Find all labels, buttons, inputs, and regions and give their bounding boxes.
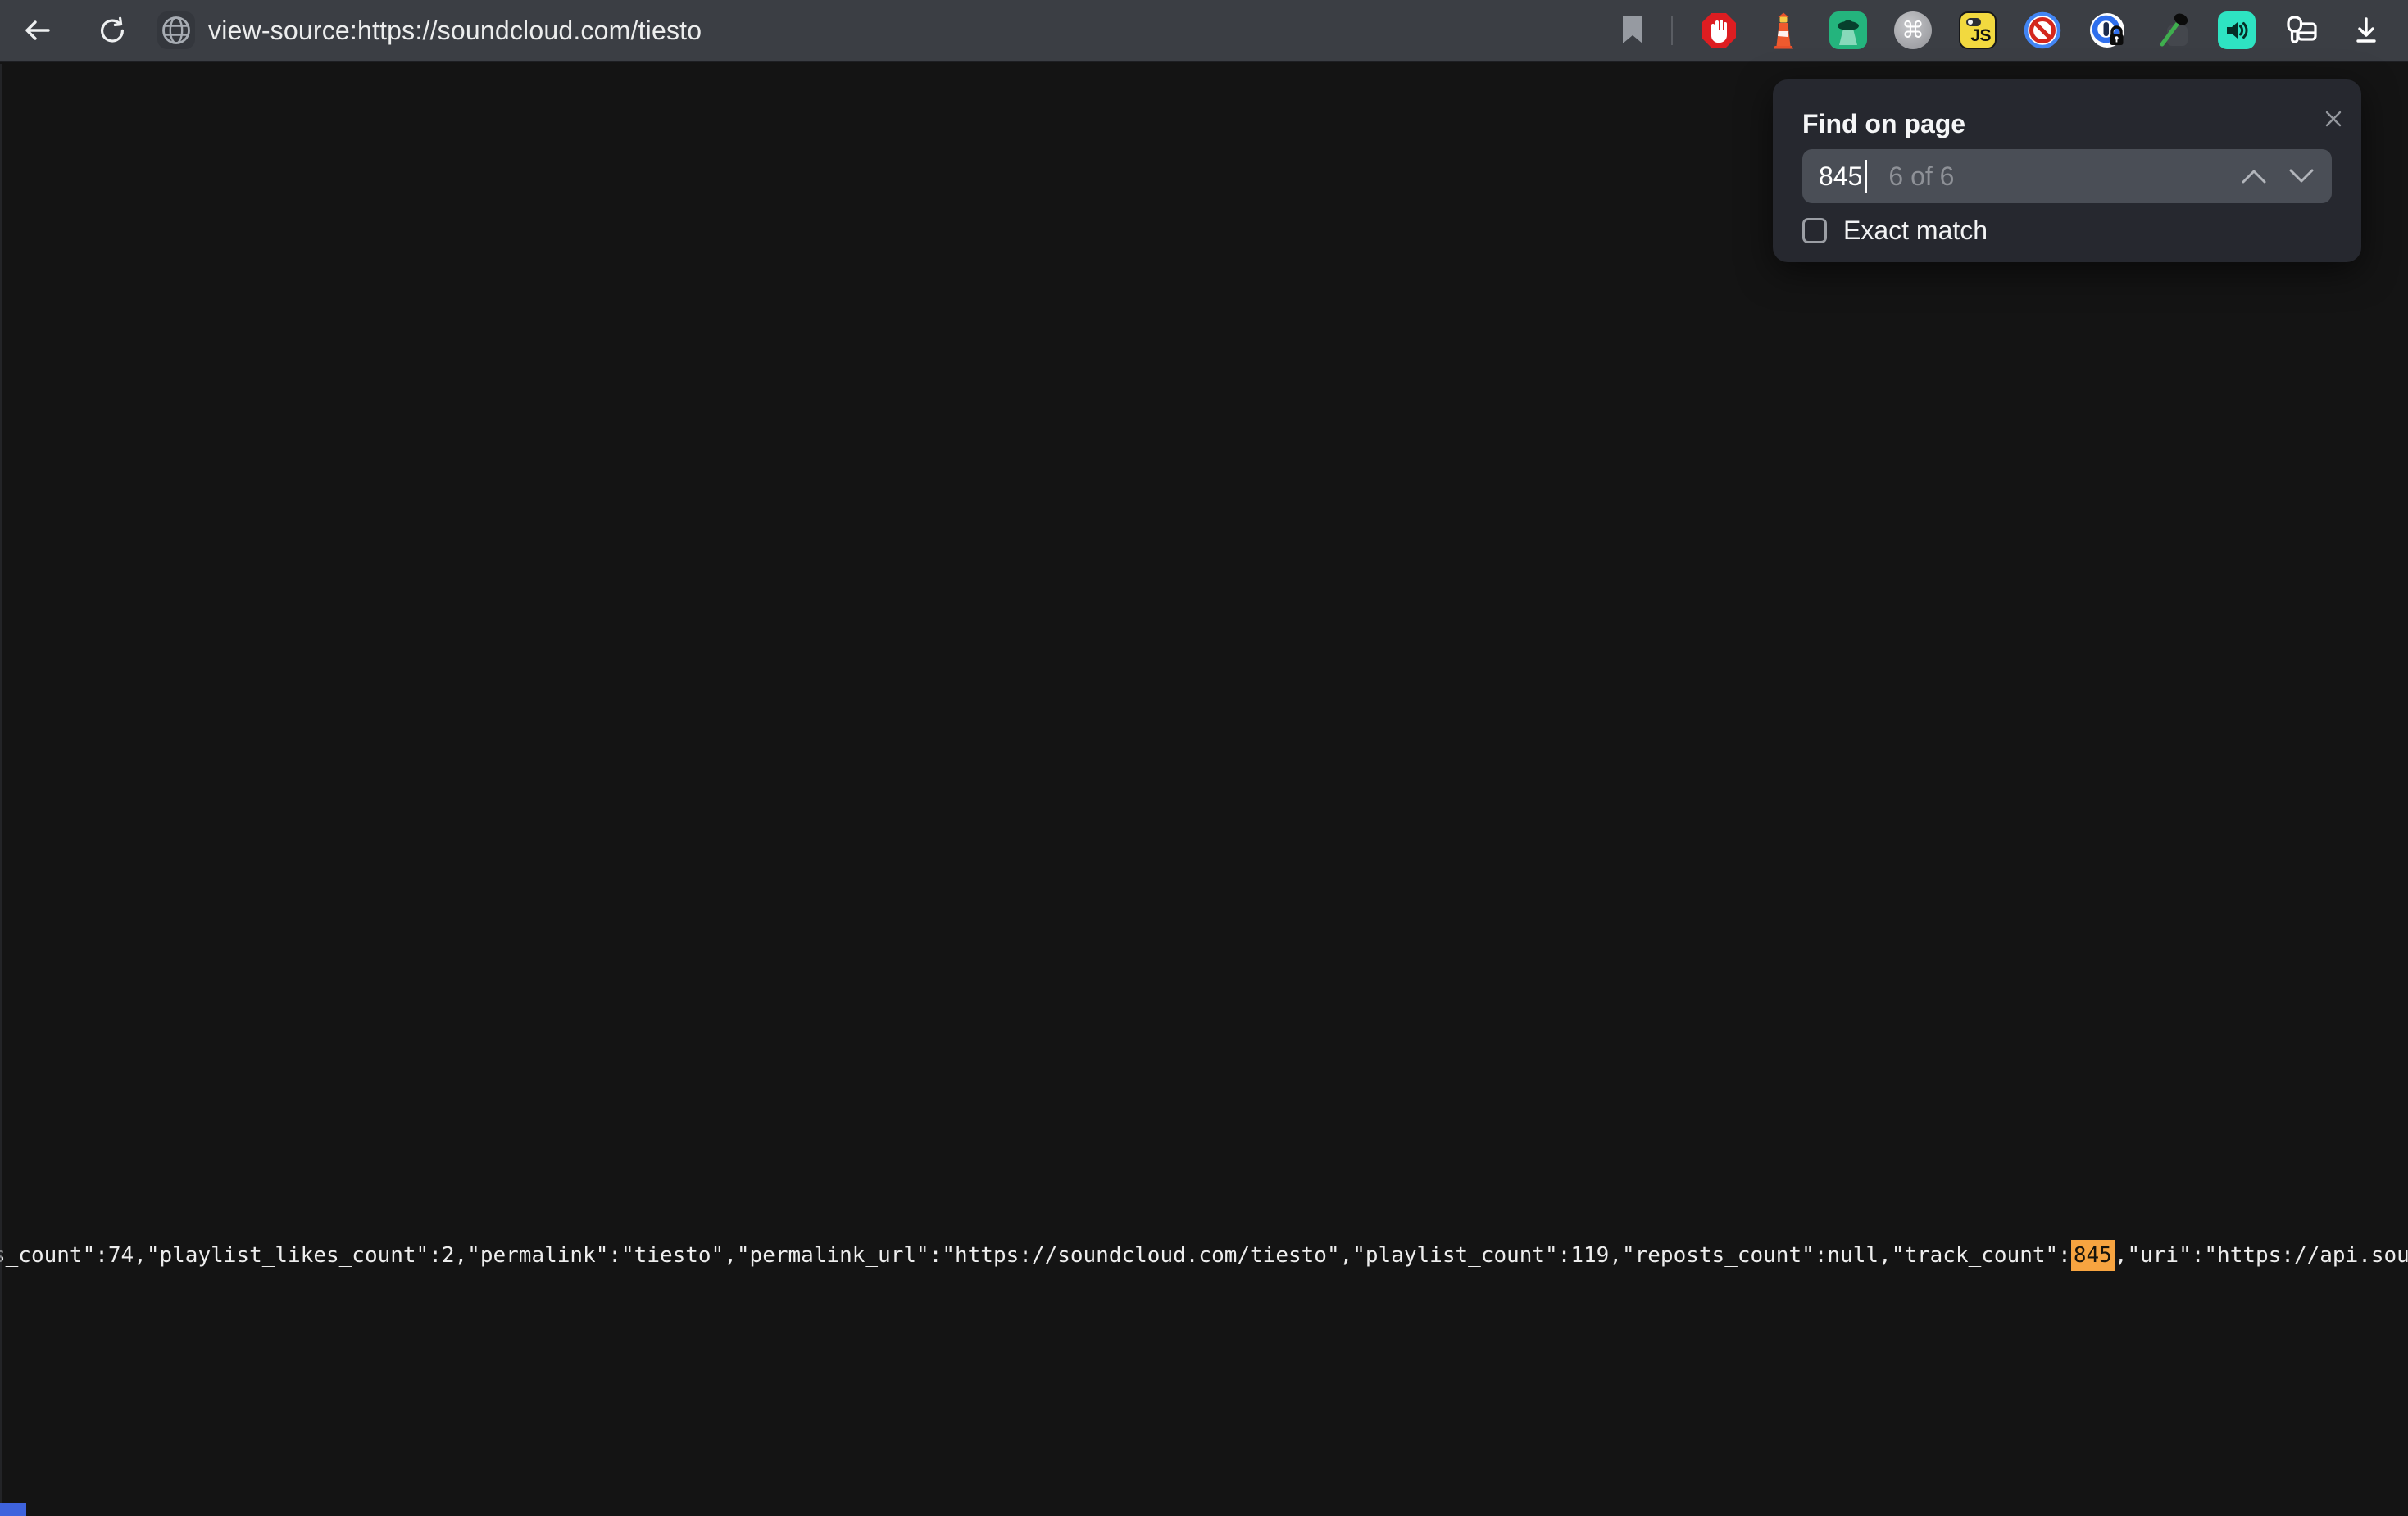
exact-match-row: Exact match (1802, 216, 1988, 246)
extension-adblock-button[interactable] (1700, 11, 1738, 49)
find-panel-title: Find on page (1802, 109, 1965, 139)
downloads-button[interactable] (2347, 11, 2385, 49)
window-left-edge (0, 64, 2, 1516)
js-toggle-switch-icon (1966, 18, 1981, 26)
exact-match-checkbox[interactable] (1802, 218, 1827, 243)
find-active-match-highlight: 845 (2071, 1240, 2115, 1271)
extension-lighthouse-button[interactable] (1765, 11, 1802, 49)
chevron-up-icon (2241, 168, 2267, 184)
find-match-count: 6 of 6 (1888, 161, 1954, 192)
globe-icon (161, 15, 192, 46)
extension-blocker-button[interactable] (2024, 11, 2061, 49)
tab-copy-icon (2283, 11, 2320, 49)
lighthouse-icon (1765, 11, 1802, 49)
site-identity-chip[interactable] (157, 11, 195, 49)
back-button[interactable] (21, 16, 51, 45)
reload-icon (97, 16, 126, 45)
reload-button[interactable] (97, 16, 126, 45)
lock-icon (2088, 11, 2126, 49)
command-key-icon: ⌘ (1901, 19, 1924, 42)
toolbar-divider (1671, 16, 1673, 45)
stop-hand-icon (1700, 11, 1738, 49)
no-entry-icon (2024, 11, 2061, 49)
back-arrow-icon (21, 16, 51, 45)
bookmark-button[interactable] (1621, 16, 1644, 45)
extension-js-toggle-button[interactable]: JS (1959, 11, 1997, 49)
eyedropper-icon (2153, 11, 2191, 49)
bookmark-icon (1621, 16, 1644, 45)
source-text-after: ,"uri":"https://api.soun (2115, 1243, 2408, 1268)
browser-toolbar: view-source:https://soundcloud.com/tiest… (0, 0, 2408, 62)
address-bar-url[interactable]: view-source:https://soundcloud.com/tiest… (208, 16, 702, 46)
find-search-input[interactable]: 845 6 of 6 (1802, 149, 2332, 203)
find-on-page-panel: Find on page 845 6 of 6 Exact match (1773, 79, 2361, 262)
exact-match-label: Exact match (1843, 216, 1988, 246)
extension-ufo-button[interactable] (1829, 11, 1867, 49)
bottom-left-blue-indicator (0, 1503, 26, 1516)
toolbar-right-cluster: ⌘ JS (1621, 11, 2385, 49)
find-query-text: 845 (1819, 161, 1862, 192)
extension-password-manager-button[interactable] (2088, 11, 2126, 49)
find-previous-button[interactable] (2240, 167, 2268, 185)
find-close-button[interactable] (2324, 109, 2343, 129)
chevron-down-icon (2288, 168, 2315, 184)
speaker-icon (2218, 11, 2256, 49)
extension-color-picker-button[interactable] (2153, 11, 2191, 49)
tab-copy-button[interactable] (2283, 11, 2320, 49)
ufo-icon (1829, 11, 1867, 49)
extension-audio-button[interactable] (2218, 11, 2256, 49)
close-icon (2324, 110, 2342, 128)
js-badge-label: JS (1970, 26, 1991, 46)
view-source-text-line: s_count":74,"playlist_likes_count":2,"pe… (0, 1239, 2408, 1272)
text-caret (1865, 160, 1867, 193)
find-next-button[interactable] (2288, 167, 2315, 185)
source-text-before: s_count":74,"playlist_likes_count":2,"pe… (0, 1243, 2071, 1268)
extension-command-button[interactable]: ⌘ (1894, 11, 1932, 49)
download-icon (2347, 11, 2385, 49)
